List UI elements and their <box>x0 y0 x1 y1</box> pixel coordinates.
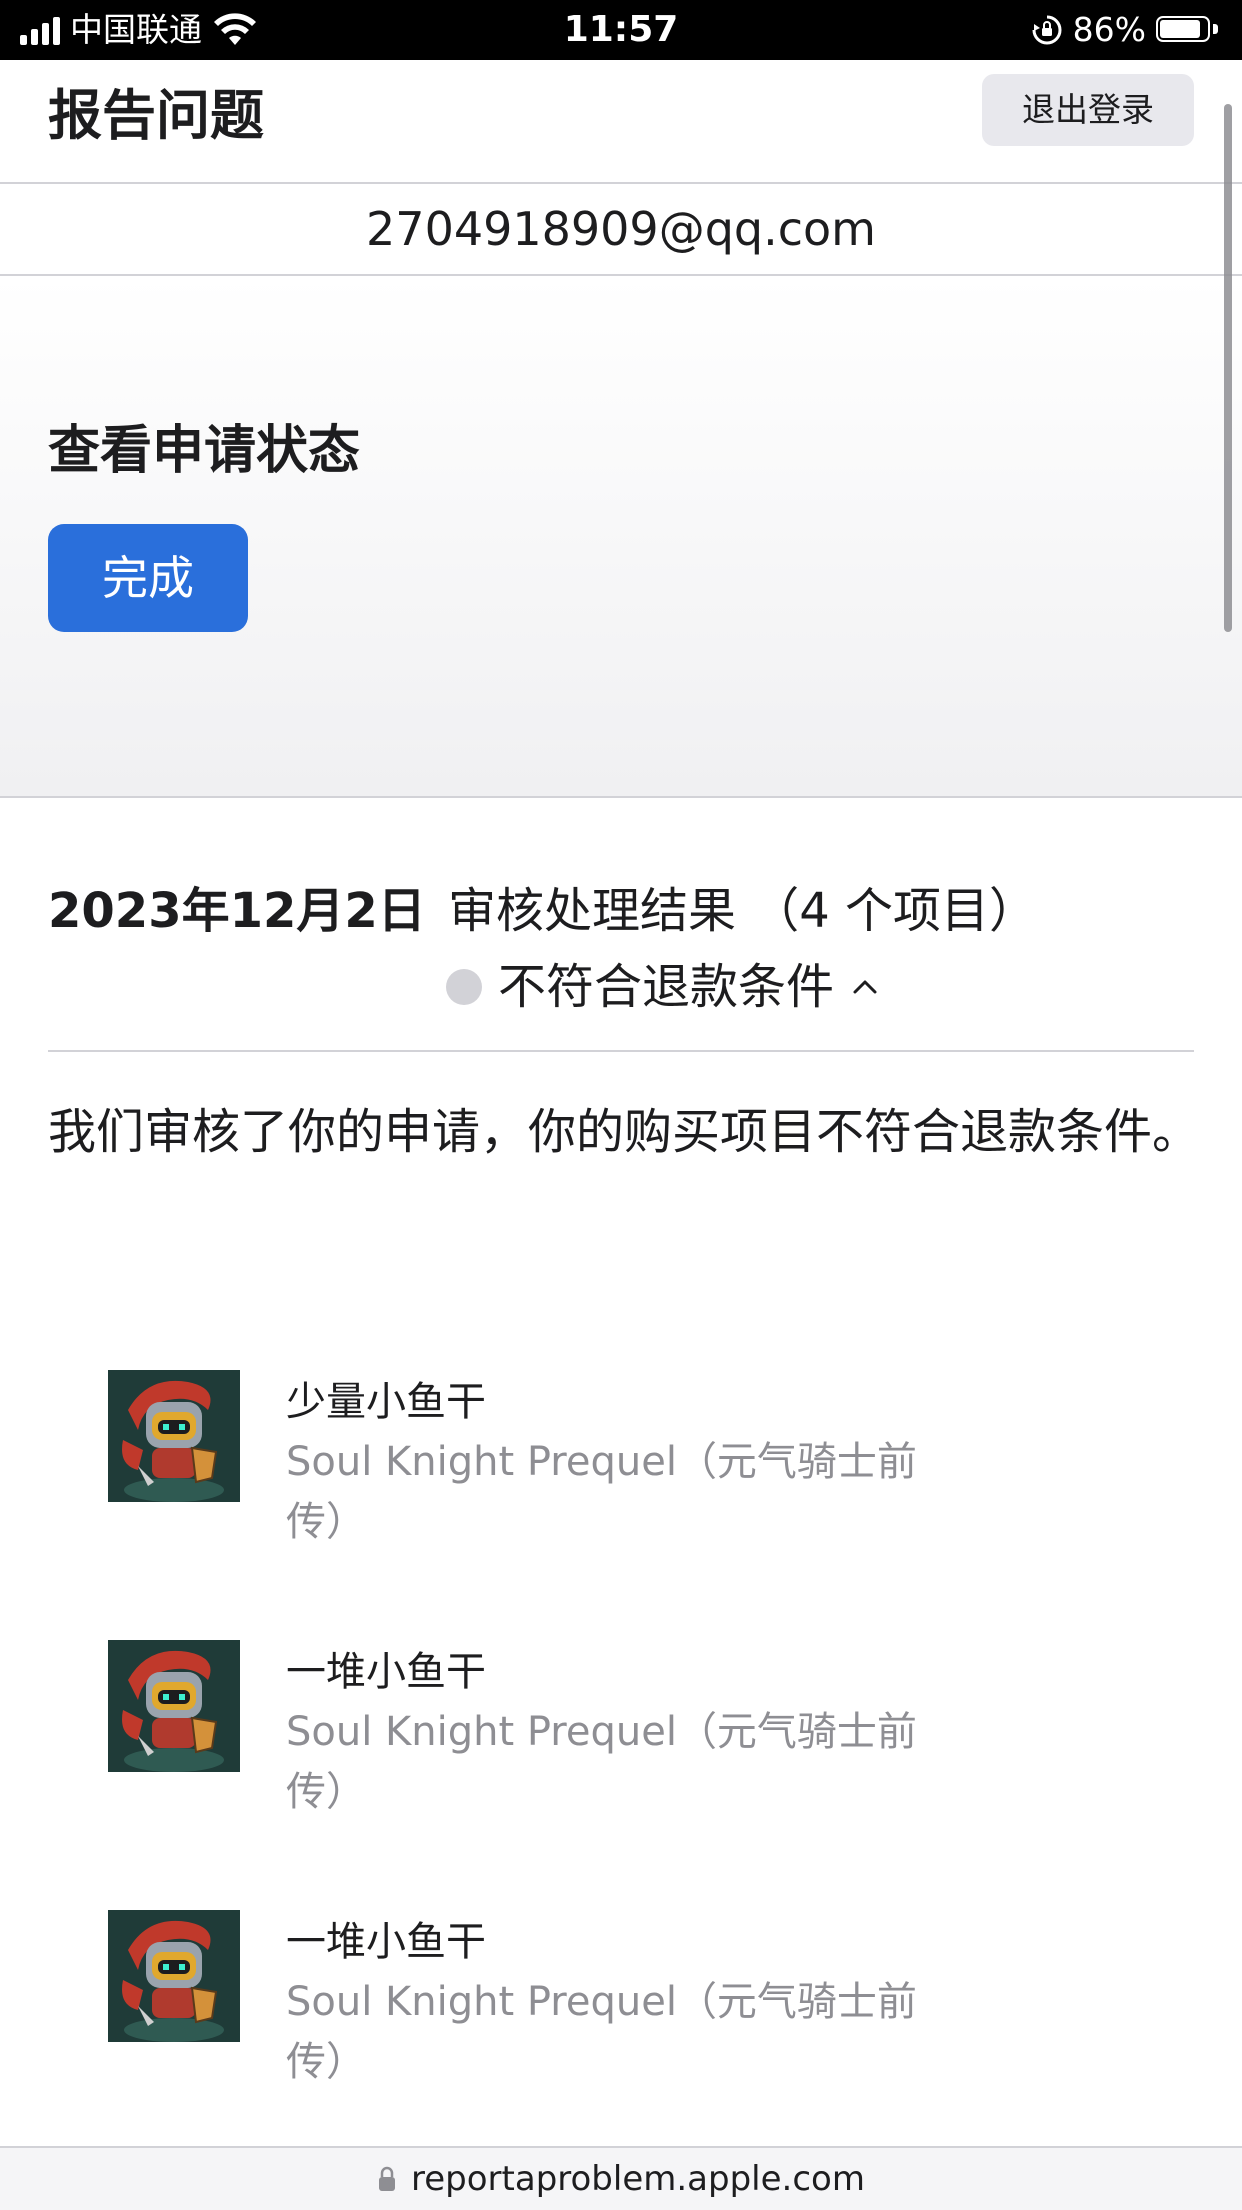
item-name: 一堆小鱼干 <box>286 1649 486 1695</box>
status-text: 不符合退款条件 <box>498 959 835 1015</box>
sign-out-button[interactable]: 退出登录 <box>982 74 1194 146</box>
divider <box>48 1050 1194 1052</box>
status-bar-right: 86% <box>1031 8 1218 52</box>
orientation-lock-icon <box>1032 15 1062 45</box>
item-app-name: Soul Knight Prequel（元气骑士前传） <box>286 1979 917 2085</box>
lock-icon <box>379 2166 396 2191</box>
status-toggle[interactable]: 不符合退款条件 <box>446 952 880 1022</box>
battery-percent: 86% <box>1072 10 1146 49</box>
item-app-name: Soul Knight Prequel（元气骑士前传） <box>286 1709 917 1815</box>
done-button[interactable]: 完成 <box>48 524 248 632</box>
battery-fill <box>1160 20 1200 38</box>
url-text: reportaproblem.apple.com <box>411 2159 865 2199</box>
result-message: 我们审核了你的申请，你的购买项目不符合退款条件。 <box>48 1104 1201 1160</box>
list-item: 一堆小鱼干 Soul Knight Prequel（元气骑士前传） <box>108 1910 917 2110</box>
app-icon <box>108 1370 240 1502</box>
page-header: 报告问题 退出登录 <box>0 60 1242 184</box>
browser-address-bar[interactable]: reportaproblem.apple.com <box>0 2146 1242 2210</box>
app-icon <box>108 1910 240 2042</box>
list-item: 一堆小鱼干 Soul Knight Prequel（元气骑士前传） <box>108 1640 917 1840</box>
item-app-name: Soul Knight Prequel（元气骑士前传） <box>286 1439 917 1545</box>
page-title: 报告问题 <box>48 84 264 147</box>
app-icon <box>108 1640 240 1772</box>
item-name: 少量小鱼干 <box>286 1379 486 1425</box>
battery-icon <box>1156 16 1218 44</box>
scroll-indicator[interactable] <box>1224 104 1232 632</box>
status-dot-icon <box>446 969 482 1005</box>
list-item: 少量小鱼干 Soul Knight Prequel（元气骑士前传） <box>108 1370 917 1570</box>
chevron-up-icon <box>853 980 877 994</box>
account-email: 2704918909@qq.com <box>0 184 1242 276</box>
status-bar: 中国联通 11:57 86% <box>0 0 1242 60</box>
result-title: 审核处理结果 （4 个项目） <box>448 883 1038 939</box>
hero-section: 查看申请状态 完成 <box>0 276 1242 798</box>
result-date: 2023年12月2日 <box>48 883 426 939</box>
item-name: 一堆小鱼干 <box>286 1919 486 1965</box>
section-title: 查看申请状态 <box>48 421 361 481</box>
